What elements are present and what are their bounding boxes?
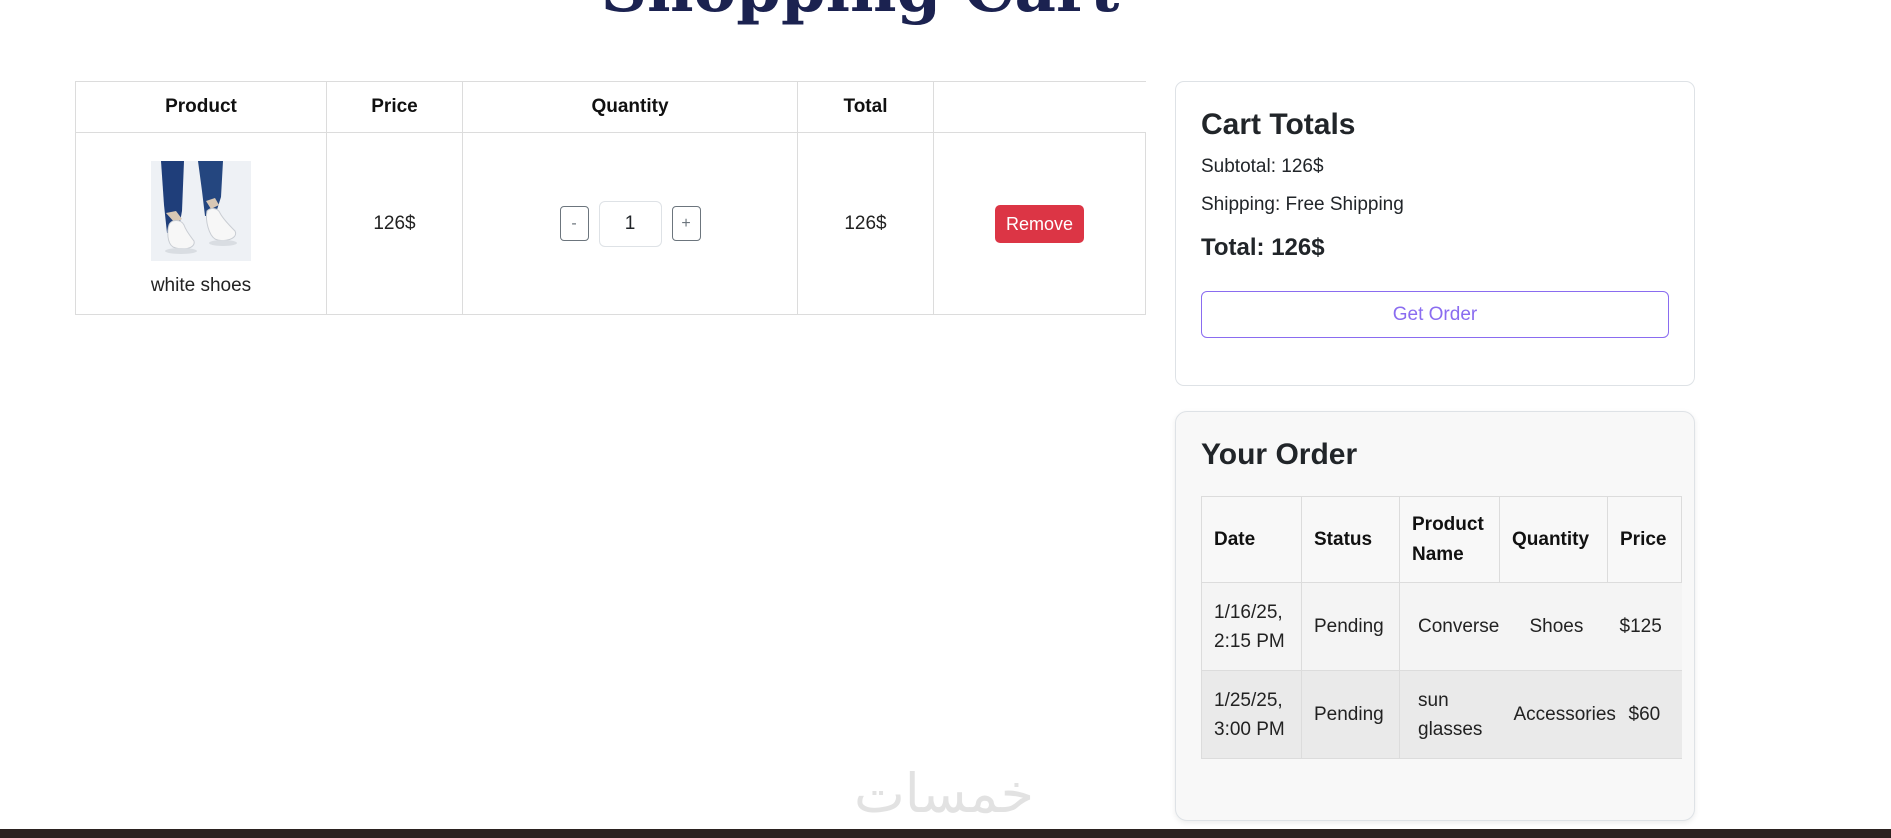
order-status: Pending: [1301, 670, 1400, 759]
order-price: $125: [1607, 582, 1682, 671]
column-header-price: Price: [326, 81, 463, 133]
order-quantity: Shoes: [1499, 582, 1608, 671]
order-row: 1/16/25, 2:15 PM Pending Converse Shoes …: [1201, 582, 1682, 671]
remove-button[interactable]: Remove: [994, 204, 1085, 243]
order-status: Pending: [1301, 582, 1400, 671]
get-order-button[interactable]: Get Order: [1201, 291, 1669, 338]
quantity-cell: - +: [462, 132, 798, 315]
subtotal-text: Subtotal: 126$: [1201, 156, 1324, 177]
actions-cell: Remove: [933, 132, 1146, 315]
your-order-card: Your Order Date Status Product Name Quan…: [1175, 411, 1695, 821]
order-row: 1/25/25, 3:00 PM Pending sun glasses Acc…: [1201, 670, 1682, 759]
quantity-input[interactable]: [598, 200, 662, 247]
order-header-quantity: Quantity: [1499, 496, 1608, 583]
column-header-actions: [933, 81, 1146, 133]
order-date: 1/16/25, 2:15 PM: [1201, 582, 1302, 671]
order-table-header: Date Status Product Name Quantity Price: [1201, 496, 1682, 583]
order-product-name: sun glasses: [1399, 670, 1500, 759]
quantity-stepper: - +: [559, 200, 701, 247]
product-image: [151, 160, 251, 261]
product-name[interactable]: white shoes: [76, 275, 326, 297]
watermark-logo: خمسات: [853, 762, 1035, 825]
white-shoes-photo: [151, 160, 251, 261]
row-total: 126$: [797, 132, 934, 315]
order-header-date: Date: [1201, 496, 1302, 583]
column-header-product: Product: [75, 81, 327, 133]
cart-table-header: Product Price Quantity Total: [75, 81, 1146, 133]
order-header-price: Price: [1607, 496, 1682, 583]
cart-totals-title: Cart Totals: [1201, 108, 1356, 141]
order-price: $60: [1607, 670, 1682, 759]
order-header-product-name: Product Name: [1399, 496, 1500, 583]
decrement-button[interactable]: -: [559, 206, 589, 241]
cart-row: white shoes 126$ - + 126$ Remove: [75, 132, 1146, 315]
cart-totals-card: Cart Totals Subtotal: 126$ Shipping: Fre…: [1175, 81, 1695, 386]
order-product-name: Converse: [1399, 582, 1500, 671]
total-text: Total: 126$: [1201, 234, 1325, 261]
order-date: 1/25/25, 3:00 PM: [1201, 670, 1302, 759]
increment-button[interactable]: +: [671, 206, 701, 241]
page-title: Shopping Cart: [0, 0, 1720, 22]
product-price: 126$: [326, 132, 463, 315]
column-header-total: Total: [797, 81, 934, 133]
product-cell: white shoes: [75, 132, 327, 315]
bottom-bar: [0, 829, 1891, 838]
shipping-text: Shipping: Free Shipping: [1201, 194, 1404, 215]
order-header-status: Status: [1301, 496, 1400, 583]
column-header-quantity: Quantity: [462, 81, 798, 133]
cart-table: Product Price Quantity Total white shoes…: [75, 81, 1146, 315]
order-table: Date Status Product Name Quantity Price …: [1201, 496, 1682, 759]
order-quantity: Accessories: [1499, 670, 1616, 759]
your-order-title: Your Order: [1201, 438, 1358, 471]
